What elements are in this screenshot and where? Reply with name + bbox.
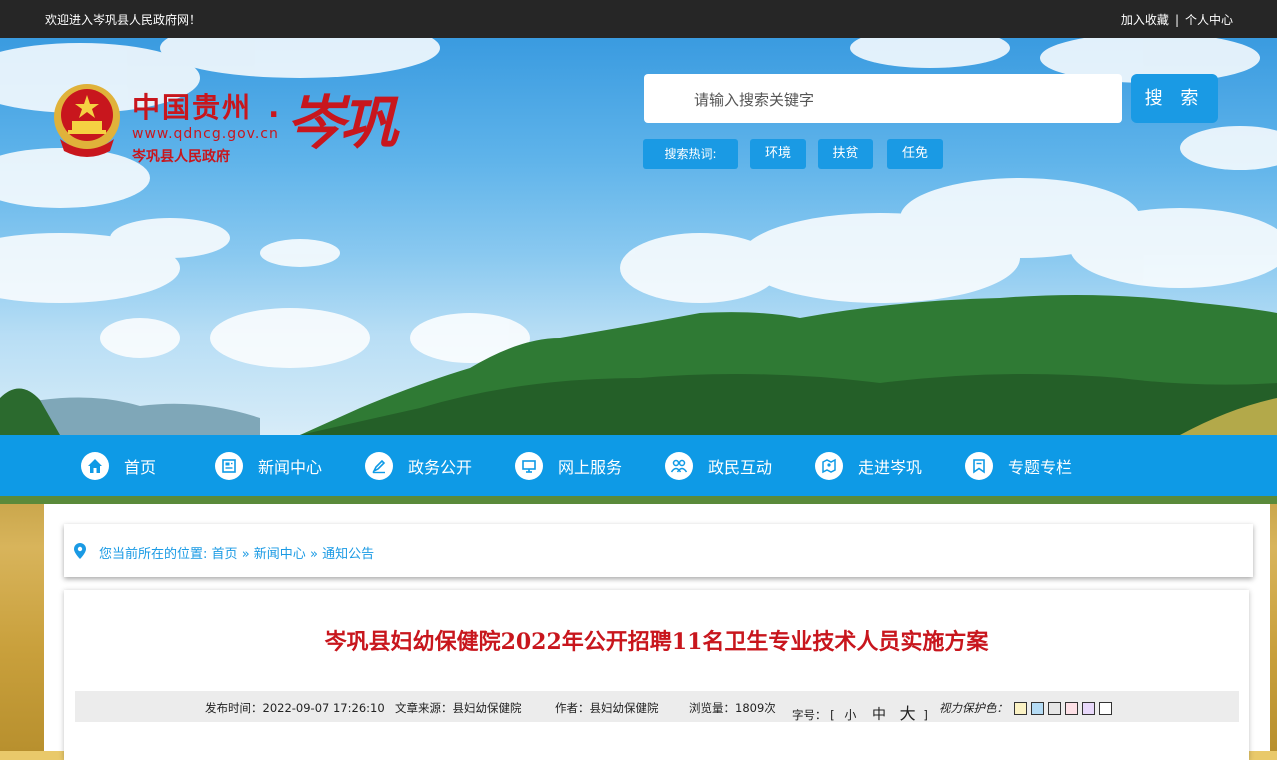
nav-item-news-center[interactable]: 新闻中心 [215, 435, 322, 496]
view-count: 浏览量：1809次 [689, 700, 776, 716]
nav-label: 首页 [124, 457, 157, 477]
views-label: 浏览量： [689, 701, 735, 715]
publish-time: 发布时间：2022-09-07 17:26:10 [205, 700, 385, 716]
article-author: 作者：县妇幼保健院 [555, 700, 659, 716]
views-value: 1809次 [735, 701, 776, 715]
top-links: 加入收藏 | 个人中心 [1121, 11, 1233, 28]
nav-label: 新闻中心 [258, 457, 323, 477]
monitor-icon [515, 451, 543, 480]
welcome-text: 欢迎进入岑巩县人民政府网！ [45, 13, 202, 27]
national-emblem-logo [54, 84, 120, 157]
logo-title: 中国贵州 [132, 91, 253, 124]
hot-word-appointments[interactable]: 任免 [887, 139, 943, 169]
source-label: 文章来源： [395, 701, 453, 715]
nav-item-special-topics[interactable]: 专题专栏 [965, 435, 1072, 496]
bookmark-icon [965, 451, 993, 480]
top-bar: 欢迎进入岑巩县人民政府网！ 加入收藏 | 个人中心 [0, 0, 1277, 38]
article-card: 岑巩县妇幼保健院2022年公开招聘11名卫生专业技术人员实施方案 发布时间：20… [64, 590, 1249, 760]
eye-color-swatch-blue[interactable] [1031, 702, 1044, 715]
article-title: 岑巩县妇幼保健院2022年公开招聘11名卫生专业技术人员实施方案 [324, 629, 989, 655]
nav-label: 专题专栏 [1008, 457, 1073, 477]
eye-color-swatch-yellow[interactable] [1014, 702, 1027, 715]
article-meta-bar: 发布时间：2022-09-07 17:26:10 文章来源：县妇幼保健院 作者：… [75, 691, 1239, 724]
nav-label: 政务公开 [408, 457, 473, 477]
newspaper-icon [215, 451, 243, 480]
nav-item-online-services[interactable]: 网上服务 [515, 435, 622, 496]
breadcrumb: 您当前所在的位置: 首页 » 新闻中心 » 通知公告 [99, 543, 374, 562]
pen-icon [365, 451, 393, 480]
eye-protect-label: 视力保护色： [939, 701, 1008, 715]
field-strip-decoration [0, 496, 1277, 504]
logo-calligraphy: 岑巩 [286, 89, 398, 157]
source-value: 县妇幼保健院 [452, 701, 522, 715]
breadcrumb-card: 您当前所在的位置: 首页 » 新闻中心 » 通知公告 [64, 524, 1253, 577]
add-bookmark-link[interactable]: 加入收藏 [1121, 13, 1169, 27]
main-nav: 首页 新闻中心 政务公开 网上服务 政民互动 走进岑巩 专题专栏 [0, 435, 1277, 496]
nav-label: 走进岑巩 [858, 457, 923, 477]
eye-color-swatch-gray[interactable] [1048, 702, 1061, 715]
hot-word-environment[interactable]: 环境 [750, 139, 806, 169]
nav-label: 政民互动 [708, 457, 773, 477]
search-input[interactable] [692, 74, 1116, 125]
breadcrumb-notices[interactable]: 通知公告 [322, 547, 374, 562]
logo-dot: . [268, 90, 280, 125]
nav-item-interaction[interactable]: 政民互动 [665, 435, 772, 496]
breadcrumb-prefix: 您当前所在的位置: [99, 547, 208, 562]
logo-subtitle: 岑巩县人民政府 [132, 149, 230, 165]
bracket-close: ] [923, 708, 928, 722]
font-size-small-button[interactable]: 小 [844, 708, 856, 722]
breadcrumb-news-center[interactable]: 新闻中心 [254, 547, 306, 562]
bracket-open: [ [830, 708, 835, 722]
breadcrumb-separator: » [241, 547, 250, 562]
personal-center-link[interactable]: 个人中心 [1185, 13, 1233, 27]
header-banner: 中国贵州 . www.qdncg.gov.cn 岑巩县人民政府 岑巩 搜 索 搜… [0, 38, 1277, 435]
nav-label: 网上服务 [558, 457, 623, 477]
search-box [644, 74, 1122, 125]
logo-url: www.qdncg.gov.cn [132, 126, 279, 142]
author-value: 县妇幼保健院 [589, 701, 659, 715]
breadcrumb-separator: » [309, 547, 318, 562]
separator: | [1174, 13, 1179, 27]
font-size-control: 字号： [ 小 中 大 ] [792, 700, 928, 724]
hot-words-label: 搜索热词: [643, 139, 738, 169]
eye-color-swatch-white[interactable] [1099, 702, 1112, 715]
search-button[interactable]: 搜 索 [1131, 74, 1218, 123]
eye-color-swatch-pink[interactable] [1065, 702, 1078, 715]
nav-item-home[interactable]: 首页 [81, 435, 156, 496]
nav-item-gov-affairs[interactable]: 政务公开 [365, 435, 472, 496]
font-size-large-button[interactable]: 大 [900, 704, 916, 723]
breadcrumb-home[interactable]: 首页 [212, 547, 238, 562]
article-source: 文章来源：县妇幼保健院 [395, 700, 522, 716]
hot-word-poverty-relief[interactable]: 扶贫 [818, 139, 873, 169]
font-size-label: 字号： [792, 708, 827, 722]
location-pin-icon [74, 543, 86, 559]
author-label: 作者： [555, 701, 590, 715]
people-icon [665, 451, 693, 480]
font-size-medium-button[interactable]: 中 [872, 707, 886, 723]
home-icon [81, 451, 109, 480]
publish-time-value: 2022-09-07 17:26:10 [262, 701, 385, 715]
eye-color-swatch-purple[interactable] [1082, 702, 1095, 715]
publish-time-label: 发布时间： [205, 701, 263, 715]
map-icon [815, 451, 843, 480]
nav-item-about-cengong[interactable]: 走进岑巩 [815, 435, 922, 496]
